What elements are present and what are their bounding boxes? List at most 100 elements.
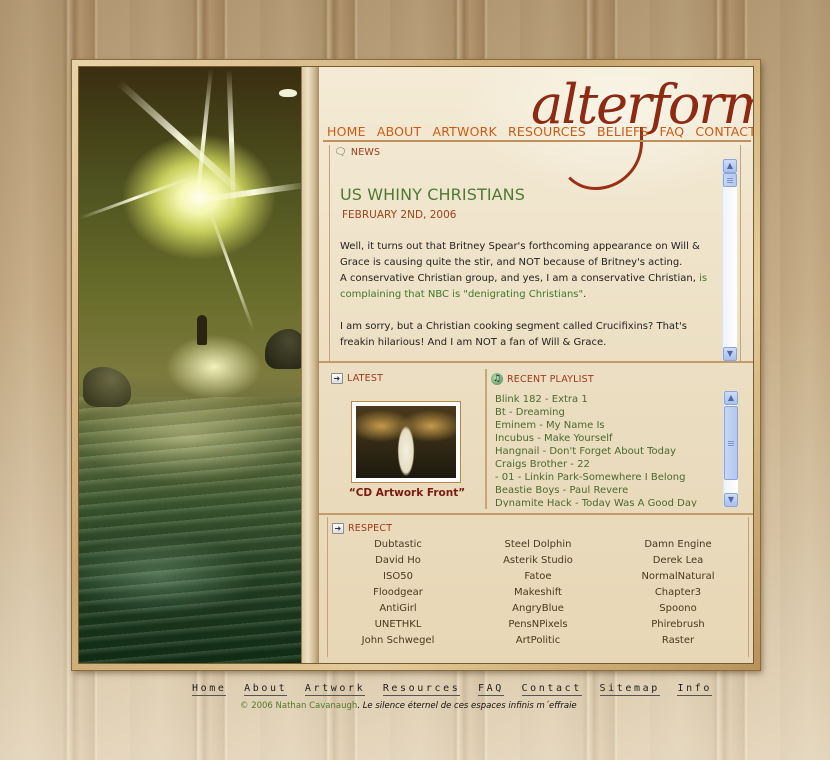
respect-link[interactable]: UNETHKL — [328, 617, 468, 633]
footer-link-resources[interactable]: Resources — [382, 683, 461, 696]
playlist-item: Eminem - My Name Is — [495, 420, 605, 431]
respect-link[interactable]: Makeshift — [468, 585, 608, 601]
nav-home[interactable]: HOME — [327, 124, 366, 139]
scroll-thumb[interactable] — [723, 173, 737, 187]
respect-link[interactable]: Derek Lea — [608, 553, 748, 569]
section-divider — [319, 361, 753, 363]
respect-link[interactable]: PensNPixels — [468, 617, 608, 633]
playlist-item: Blink 182 - Extra 1 — [495, 394, 588, 405]
footer-quote: Le silence éternel de ces espaces infini… — [362, 701, 577, 711]
playlist-item: Beastie Boys - Paul Revere — [495, 485, 629, 496]
latest-section: ➜ LATEST “CD Artwork Front” — [327, 369, 487, 509]
light-ray — [194, 68, 213, 209]
respect-link[interactable]: David Ho — [328, 553, 468, 569]
respect-label: RESPECT — [348, 523, 393, 534]
respect-link[interactable]: ISO50 — [328, 569, 468, 585]
latest-label: LATEST — [347, 373, 384, 384]
scroll-down-button[interactable]: ▼ — [723, 347, 737, 361]
respect-section: ➜ RESPECT Dubtastic Steel Dolphin Damn E… — [327, 517, 749, 657]
news-body: Well, it turns out that Britney Spear's … — [340, 239, 720, 361]
rock — [265, 329, 305, 369]
scroll-thumb[interactable] — [724, 406, 738, 480]
playlist-item: Craigs Brother - 22 — [495, 459, 590, 470]
playlist-item: Dynamite Hack - Today Was A Good Day — [495, 498, 697, 507]
light-ray — [198, 181, 305, 203]
news-scroll-area[interactable]: US WHINY CHRISTIANS FEBRUARY 2ND, 2006 W… — [334, 165, 720, 361]
copyright-text[interactable]: © 2006 Nathan Cavanaugh — [240, 701, 357, 711]
footer-link-contact[interactable]: Contact — [521, 683, 582, 696]
nav-faq[interactable]: FAQ — [659, 124, 684, 139]
playlist-label: RECENT PLAYLIST — [507, 373, 594, 385]
respect-link[interactable]: Damn Engine — [608, 537, 748, 553]
footer-link-info[interactable]: Info — [677, 683, 712, 696]
news-date: FEBRUARY 2ND, 2006 — [342, 209, 457, 221]
footer-link-home[interactable]: Home — [192, 683, 227, 696]
respect-link[interactable]: Fatoe — [468, 569, 608, 585]
playlist-list[interactable]: Blink 182 - Extra 1 Bt - Dreaming Eminem… — [495, 393, 721, 507]
news-header: 🗨 NEWS — [334, 147, 380, 158]
footer-link-about[interactable]: About — [244, 683, 288, 696]
nav-about[interactable]: ABOUT — [377, 124, 422, 139]
latest-caption[interactable]: “CD Artwork Front” — [337, 487, 477, 499]
playlist-header: ♫ RECENT PLAYLIST — [491, 373, 594, 385]
news-title[interactable]: US WHINY CHRISTIANS — [340, 185, 525, 204]
playlist-section: ♫ RECENT PLAYLIST Blink 182 - Extra 1 Bt… — [489, 369, 745, 509]
section-divider — [319, 513, 753, 515]
cd-artwork-image[interactable] — [356, 406, 456, 478]
footer-link-sitemap[interactable]: Sitemap — [599, 683, 660, 696]
respect-link[interactable]: Raster — [608, 633, 748, 649]
respect-link[interactable]: ArtPolitic — [468, 633, 608, 649]
footer-nav: Home About Artwork Resources FAQ Contact… — [192, 683, 721, 696]
footer-link-faq[interactable]: FAQ — [478, 683, 504, 696]
respect-link[interactable]: Floodgear — [328, 585, 468, 601]
main-nav: HOME ABOUT ARTWORK RESOURCES BELIEFS FAQ… — [327, 121, 753, 140]
latest-thumbnail[interactable] — [351, 401, 461, 483]
news-paragraph: Well, it turns out that Britney Spear's … — [340, 239, 720, 303]
header-artwork — [79, 67, 305, 663]
news-text: A conservative Christian group, and yes,… — [340, 273, 700, 284]
respect-link[interactable]: Chapter3 — [608, 585, 748, 601]
content-panel: alterform HOME ABOUT ARTWORK RESOURCES B… — [319, 67, 753, 663]
footer-copyright: © 2006 Nathan Cavanaugh. Le silence éter… — [240, 701, 577, 711]
water — [79, 397, 305, 663]
nav-beliefs[interactable]: BELIEFS — [597, 124, 648, 139]
latest-header: ➜ LATEST — [331, 373, 383, 384]
respect-link[interactable]: Dubtastic — [328, 537, 468, 553]
nav-contact[interactable]: CONTACT — [695, 124, 753, 139]
footer-link-artwork[interactable]: Artwork — [304, 683, 366, 696]
nav-resources[interactable]: RESOURCES — [508, 124, 586, 139]
torn-paper-edge — [301, 67, 319, 663]
arrow-right-icon: ➜ — [332, 523, 344, 534]
respect-link[interactable]: Steel Dolphin — [468, 537, 608, 553]
news-text: . — [583, 289, 587, 300]
playlist-scrollbar[interactable]: ▲ ▼ — [723, 391, 738, 507]
music-note-icon: ♫ — [491, 373, 503, 385]
nav-divider — [323, 140, 751, 142]
respect-links: Dubtastic Steel Dolphin Damn Engine Davi… — [328, 537, 748, 649]
news-label: NEWS — [350, 147, 381, 158]
respect-link[interactable]: AntiGirl — [328, 601, 468, 617]
respect-link[interactable]: Phirebrush — [608, 617, 748, 633]
news-paragraph: I am sorry, but a Christian cooking segm… — [340, 321, 687, 348]
playlist-item: Bt - Dreaming — [495, 407, 565, 418]
nav-artwork[interactable]: ARTWORK — [432, 124, 496, 139]
news-scrollbar[interactable]: ▲ ▼ — [722, 159, 737, 361]
respect-link[interactable]: John Schwegel — [328, 633, 468, 649]
arrow-right-icon: ➜ — [331, 373, 343, 384]
respect-header: ➜ RESPECT — [332, 523, 392, 534]
scroll-up-button[interactable]: ▲ — [724, 391, 738, 405]
scroll-up-button[interactable]: ▲ — [723, 159, 737, 173]
playlist-item: Incubus - Make Yourself — [495, 433, 613, 444]
light-ray — [207, 207, 255, 332]
scroll-down-button[interactable]: ▼ — [724, 493, 738, 507]
playlist-item: - 01 - Linkin Park-Somewhere I Belong — [495, 472, 686, 483]
respect-link[interactable]: AngryBlue — [468, 601, 608, 617]
respect-link[interactable]: Spoono — [608, 601, 748, 617]
news-section: 🗨 NEWS US WHINY CHRISTIANS FEBRUARY 2ND,… — [329, 145, 741, 361]
respect-link[interactable]: Asterik Studio — [468, 553, 608, 569]
page-frame-inner: alterform HOME ABOUT ARTWORK RESOURCES B… — [78, 66, 754, 664]
light-ray — [79, 176, 193, 220]
rock — [83, 367, 131, 407]
human-figure — [197, 315, 207, 345]
respect-link[interactable]: NormalNatural — [608, 569, 748, 585]
